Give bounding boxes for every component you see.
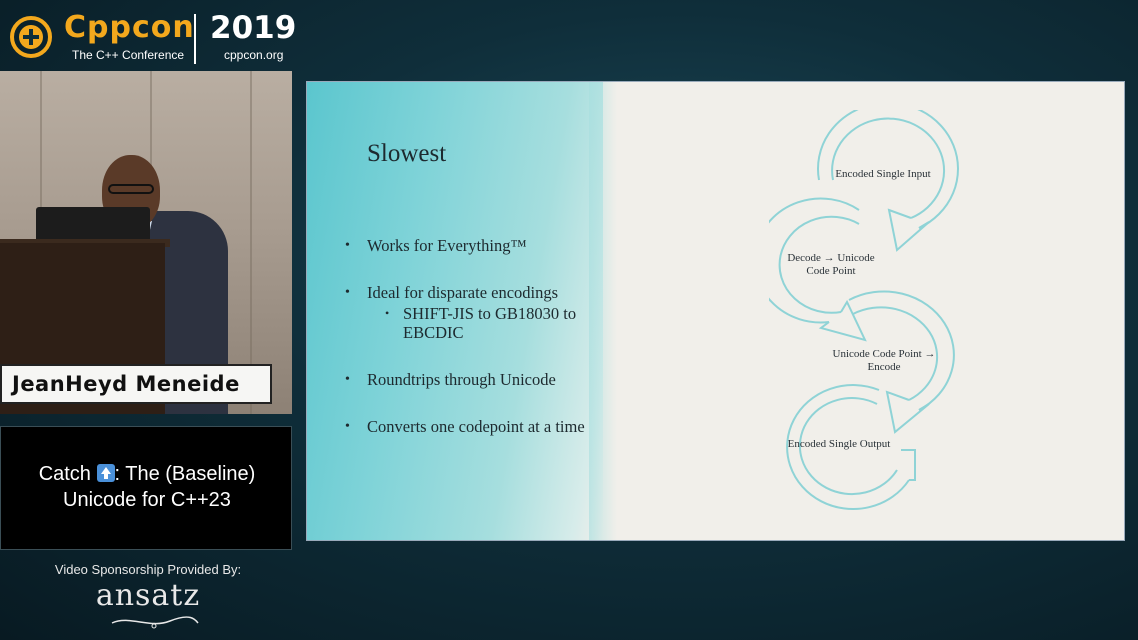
encoding-cycle-diagram: Encoded Single Input Decode → Unicode Co… [753,101,969,520]
brand-tagline: The C++ Conference [72,48,185,62]
bullet-item: Roundtrips through Unicode [345,370,605,389]
talk-title-line2: Unicode for C++23 [63,489,231,511]
cycle-step-label: Unicode Code Point → Encode [832,348,936,373]
bullet-text: Roundtrips through Unicode [367,370,556,389]
sub-bullet-text: SHIFT-JIS to GB18030 to EBCDIC [403,304,577,342]
speaker-name: JeanHeyd Meneide [12,372,240,396]
up-arrow-icon [96,464,115,482]
talk-title-suffix: : The (Baseline) [114,463,256,485]
talk-title-prefix: Catch [38,463,97,485]
sponsor-logo: ansatz [95,578,201,613]
speaker-glasses [108,184,154,194]
wall-seam [250,71,252,414]
header-divider [194,14,196,64]
presentation-slide: Slowest Works for Everything™ Ideal for … [306,81,1125,541]
bullet-item: Ideal for disparate encodings SHIFT-JIS … [345,283,605,342]
cppcon-logo-icon [10,16,52,58]
bullet-item: Works for Everything™ [345,236,605,255]
slide-title: Slowest [367,140,447,167]
bullet-text: Ideal for disparate encodings [367,283,559,302]
sub-bullet-item: SHIFT-JIS to GB18030 to EBCDIC [385,304,605,342]
conference-header: Cppcon The C++ Conference 2019 cppcon.or… [8,8,308,64]
cycle-step-label: Decode → Unicode Code Point [787,252,875,277]
brand-name: Cppcon [64,10,195,45]
bullet-text: Works for Everything™ [367,236,527,255]
cycle-step-label: Encoded Single Input [835,168,931,180]
bullet-text: Converts one codepoint at a time [367,417,585,436]
conference-site: cppcon.org [224,48,284,62]
conference-year: 2019 [210,10,297,46]
bullet-item: Converts one codepoint at a time [345,417,605,436]
speaker-video: JeanHeyd Meneide [0,71,292,414]
cycle-step-label: Encoded Single Output [787,438,891,450]
sponsor-swash-icon [111,616,199,629]
speaker-name-plate: JeanHeyd Meneide [0,364,272,404]
slide-bullet-list: Works for Everything™ Ideal for disparat… [345,236,605,464]
talk-title: Catch : The (Baseline) Unicode for C++23 [1,461,293,513]
sponsor-label: Video Sponsorship Provided By: [54,562,242,577]
talk-title-box: Catch : The (Baseline) Unicode for C++23 [0,426,292,550]
